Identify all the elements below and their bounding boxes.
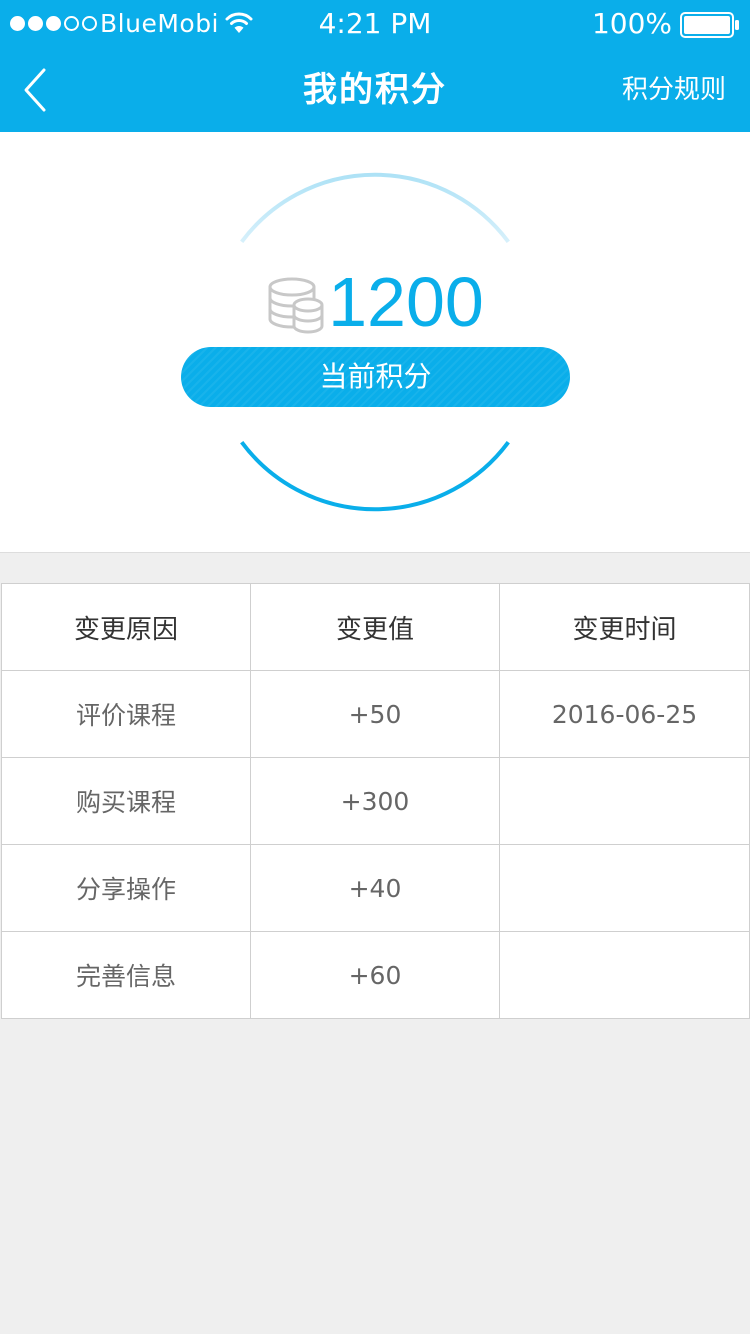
points-history-table: 变更原因 变更值 变更时间 评价课程 +50 2016-06-25 购买课程 +…	[1, 583, 750, 1019]
table-row: 完善信息 +60	[1, 931, 750, 1019]
points-card: 1200 当前积分	[0, 132, 750, 553]
table-header-row: 变更原因 变更值 变更时间	[1, 583, 750, 671]
row-time	[499, 844, 750, 932]
row-time	[499, 757, 750, 845]
battery-percentage: 100%	[591, 7, 672, 40]
header-time: 变更时间	[499, 583, 750, 671]
row-reason: 评价课程	[1, 670, 251, 758]
status-bar: BlueMobi 4:21 PM 100%	[0, 0, 750, 48]
header-value: 变更值	[250, 583, 500, 671]
row-value: +40	[250, 844, 500, 932]
points-display: 1200	[0, 262, 750, 342]
table-row: 购买课程 +300	[1, 757, 750, 845]
row-value: +50	[250, 670, 500, 758]
row-reason: 分享操作	[1, 844, 251, 932]
points-ring	[240, 172, 510, 512]
points-rules-button[interactable]: 积分规则	[622, 72, 726, 108]
battery-icon	[680, 12, 739, 38]
row-reason: 完善信息	[1, 931, 251, 1019]
row-value: +60	[250, 931, 500, 1019]
row-time: 2016-06-25	[499, 670, 750, 758]
app-header: BlueMobi 4:21 PM 100% 我的积分 积分规则	[0, 0, 750, 132]
current-points-value: 1200	[328, 263, 484, 341]
nav-bar: 我的积分 积分规则	[0, 48, 750, 132]
coins-icon	[268, 277, 324, 334]
table-row: 评价课程 +50 2016-06-25	[1, 670, 750, 758]
current-points-label: 当前积分	[181, 347, 570, 407]
row-value: +300	[250, 757, 500, 845]
row-time	[499, 931, 750, 1019]
table-row: 分享操作 +40	[1, 844, 750, 932]
header-reason: 变更原因	[1, 583, 251, 671]
row-reason: 购买课程	[1, 757, 251, 845]
